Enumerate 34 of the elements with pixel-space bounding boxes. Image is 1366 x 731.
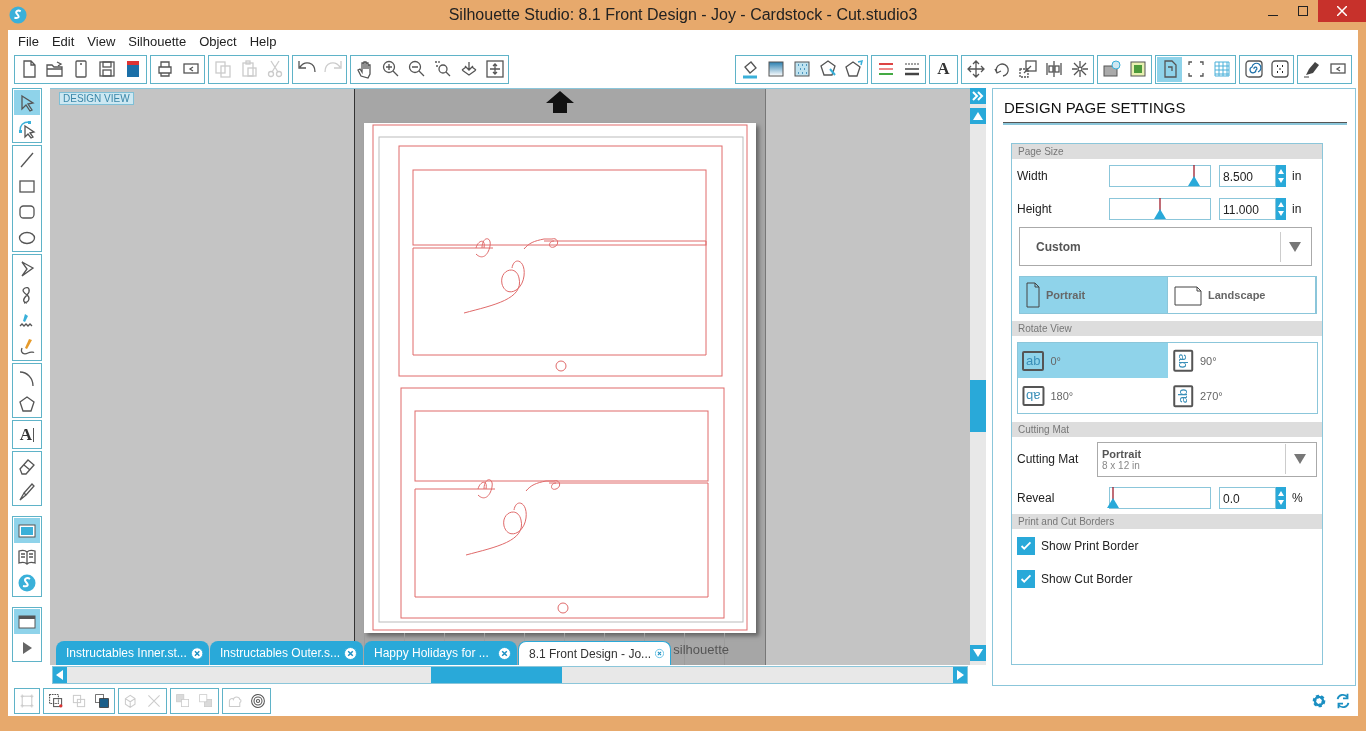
menu-item[interactable]: Silhouette — [122, 33, 193, 49]
unit-label: in — [1292, 201, 1302, 216]
unit-label: % — [1292, 490, 1303, 505]
field-label: Width — [1017, 168, 1049, 183]
menu-item[interactable]: Object — [193, 33, 243, 49]
mat-brand-text: silhouette — [673, 642, 729, 657]
section-header: Cutting Mat — [1012, 422, 1322, 437]
section-header: Page Size — [1012, 144, 1322, 159]
unit-label: in — [1292, 168, 1302, 183]
menu-item[interactable]: File — [12, 33, 45, 49]
menu-item[interactable]: Edit — [45, 33, 81, 49]
number-field[interactable]: 11.000 — [1219, 197, 1276, 220]
field-label: Height — [1017, 201, 1053, 216]
number-field[interactable]: 0.0 — [1219, 486, 1276, 509]
panel-title: DESIGN PAGE SETTINGS — [1003, 99, 1187, 116]
field-label: Reveal — [1017, 490, 1056, 505]
view-label: DESIGN VIEW — [59, 92, 134, 105]
checkbox-label[interactable]: Show Print Border — [1041, 538, 1139, 553]
document-tab[interactable]: 8.1 Front Design - Jo... — [518, 641, 671, 665]
menu-item[interactable]: Help — [243, 33, 283, 49]
rotate-view-option[interactable]: ab 180° — [1018, 378, 1168, 413]
section-header: Rotate View — [1012, 321, 1322, 336]
orientation-button[interactable]: Landscape — [1168, 277, 1316, 313]
menu-item[interactable]: View — [81, 33, 122, 49]
cutting-mat-dropdown[interactable]: Portrait 8 x 12 in — [1097, 441, 1317, 477]
field-label: Cutting Mat — [1017, 452, 1080, 466]
page-size-dropdown[interactable]: Custom — [1019, 227, 1312, 266]
window-title: Silhouette Studio: 8.1 Front Design - Joy - Cardstock - Cut.studio3 — [448, 6, 918, 23]
number-field[interactable]: 8.500 — [1219, 164, 1276, 187]
rotate-view-option[interactable]: ab 270° — [1167, 378, 1317, 413]
checkbox-label[interactable]: Show Cut Border — [1041, 571, 1133, 586]
rotate-view-option[interactable]: ab 0° — [1018, 343, 1168, 378]
section-header: Print and Cut Borders — [1012, 514, 1322, 529]
rotate-view-option[interactable]: ab 90° — [1167, 343, 1317, 378]
